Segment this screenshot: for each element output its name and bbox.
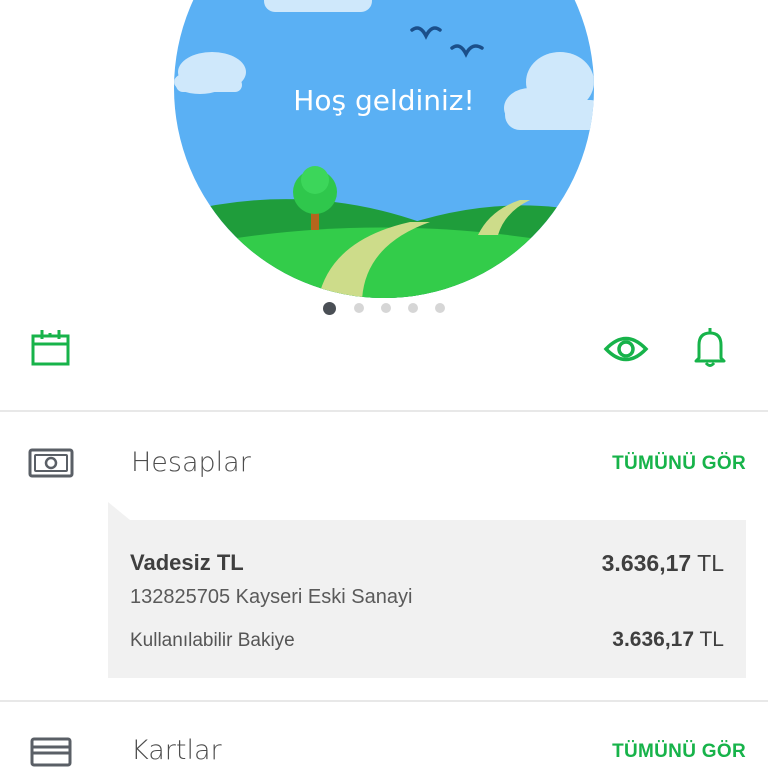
- carousel-indicator: [0, 302, 768, 317]
- carousel-dot[interactable]: [381, 303, 391, 313]
- credit-card-icon: [30, 737, 72, 768]
- account-number-branch: 132825705 Kayseri Eski Sanayi: [130, 586, 413, 608]
- available-balance: 3.636,17 TL: [612, 628, 724, 652]
- carousel-dot-active[interactable]: [323, 302, 336, 315]
- accounts-see-all-link[interactable]: TÜMÜNÜ GÖR: [612, 453, 746, 475]
- bell-icon[interactable]: [693, 326, 727, 368]
- cards-section-title: Kartlar: [131, 735, 222, 766]
- landscape-illustration: [174, 0, 594, 298]
- card-pointer: [108, 502, 130, 520]
- welcome-text: Hoş geldiniz!: [293, 84, 475, 117]
- divider: [0, 410, 768, 412]
- carousel-dot[interactable]: [354, 303, 364, 313]
- account-balance-currency: TL: [697, 550, 724, 576]
- cards-see-all-link[interactable]: TÜMÜNÜ GÖR: [612, 741, 746, 763]
- account-card[interactable]: Vadesiz TL 3.636,17 TL 132825705 Kayseri…: [108, 520, 746, 678]
- welcome-banner[interactable]: Hoş geldiniz!: [0, 0, 768, 300]
- divider: [0, 700, 768, 702]
- calendar-icon[interactable]: [30, 328, 72, 368]
- carousel-dot[interactable]: [408, 303, 418, 313]
- account-balance: 3.636,17 TL: [602, 550, 724, 577]
- available-balance-label: Kullanılabilir Bakiye: [130, 630, 295, 651]
- carousel-dot[interactable]: [435, 303, 445, 313]
- account-name: Vadesiz TL: [130, 550, 244, 575]
- accounts-section-title: Hesaplar: [131, 447, 251, 478]
- banknote-icon: [28, 447, 74, 484]
- account-balance-value: 3.636,17: [601, 550, 692, 576]
- eye-icon[interactable]: [603, 332, 649, 366]
- available-balance-currency: TL: [699, 628, 724, 651]
- available-balance-value: 3.636,17: [612, 628, 695, 651]
